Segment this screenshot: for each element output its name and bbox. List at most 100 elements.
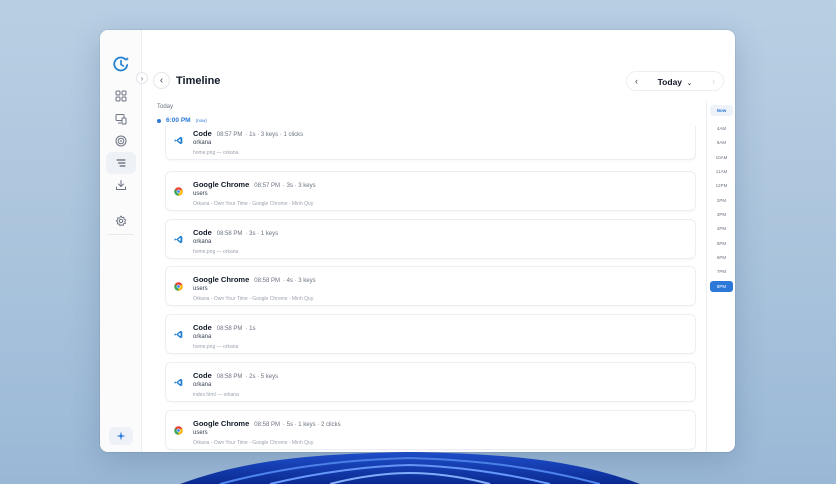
chrome-icon bbox=[174, 183, 183, 196]
code-icon bbox=[174, 231, 183, 244]
now-time: 6:00 PM bbox=[166, 117, 191, 124]
previous-day-button[interactable]: ‹ bbox=[635, 76, 638, 86]
timeline-hour[interactable]: 5PM bbox=[710, 238, 733, 249]
chevron-down-icon: ⌄ bbox=[686, 80, 693, 87]
card-header: Code 08:57 PM · 1s · 3 keys · 1 clicks bbox=[193, 129, 303, 138]
activity-meta: · 3s · 1 keys bbox=[245, 231, 279, 237]
sidebar-item-export[interactable] bbox=[106, 174, 136, 196]
activity-time: 08:58 PM bbox=[216, 231, 243, 237]
code-icon bbox=[174, 132, 183, 145]
timeline-hour[interactable]: 2PM bbox=[710, 195, 733, 206]
activity-subtitle: users bbox=[193, 191, 208, 197]
timeline-hour[interactable]: 3PM bbox=[710, 209, 733, 220]
card-header: Code 08:58 PM · 3s · 1 keys bbox=[193, 228, 278, 237]
activity-subtitle: orkana bbox=[193, 334, 212, 340]
activity-window-title: Orkana - Own Your Time - Google Chrome -… bbox=[193, 440, 314, 446]
card-header: Google Chrome 08:58 PM · 4s · 3 keys bbox=[193, 275, 316, 284]
back-button[interactable]: ‹ bbox=[153, 72, 170, 89]
chrome-icon bbox=[174, 422, 183, 435]
main-content: ‹ Timeline ‹ Today ⌄ › Today 6:00 PM (no… bbox=[142, 30, 735, 452]
activity-time: 08:58 PM bbox=[216, 326, 243, 332]
wallpaper-bloom bbox=[180, 452, 640, 484]
activity-time: 08:58 PM bbox=[254, 278, 280, 284]
sidebar-item-focus[interactable] bbox=[106, 130, 136, 152]
activity-meta: · 1s bbox=[245, 326, 256, 332]
sidebar-item-settings[interactable] bbox=[106, 210, 136, 232]
sidebar bbox=[100, 30, 142, 452]
now-tag: (now) bbox=[195, 118, 207, 123]
devices-icon bbox=[115, 114, 127, 125]
gear-icon bbox=[115, 215, 127, 227]
activity-subtitle: orkana bbox=[193, 140, 212, 146]
timeline-hour[interactable]: 10AM bbox=[710, 152, 733, 163]
grid-icon bbox=[115, 90, 127, 102]
target-icon bbox=[115, 135, 127, 147]
activity-window-title: index.html — orkana bbox=[193, 392, 239, 398]
timeline-hour[interactable]: 6PM bbox=[710, 252, 733, 263]
timeline-hour[interactable]: 4AM bbox=[710, 123, 733, 134]
timeline-hour[interactable]: 8PM bbox=[710, 281, 733, 292]
activity-subtitle: users bbox=[193, 286, 208, 292]
activity-window-title: Orkana - Own Your Time - Google Chrome -… bbox=[193, 296, 314, 302]
timeline-hour[interactable]: 7PM bbox=[710, 266, 733, 277]
app-name: Google Chrome bbox=[193, 419, 250, 428]
code-icon bbox=[174, 374, 183, 387]
activity-meta: · 5s · 1 keys · 2 clicks bbox=[282, 422, 341, 428]
timeline-hour[interactable]: 8AM bbox=[710, 137, 733, 148]
now-marker: 6:00 PM (now) bbox=[157, 117, 207, 124]
activity-card[interactable]: Code 08:58 PM · 1s orkana home.png — orkana bbox=[165, 314, 696, 354]
app-name: Code bbox=[193, 228, 212, 237]
activity-card[interactable]: Code 08:58 PM · 2s · 5 keys orkana index.htm… bbox=[165, 362, 696, 402]
activity-subtitle: users bbox=[193, 430, 208, 436]
timeline-hour[interactable]: 11AM bbox=[710, 166, 733, 177]
chevron-left-icon: ‹ bbox=[159, 75, 164, 86]
date-navigator: ‹ Today ⌄ › bbox=[626, 71, 724, 91]
activity-time: 08:58 PM bbox=[216, 374, 243, 380]
card-header: Code 08:58 PM · 2s · 5 keys bbox=[193, 371, 278, 380]
activity-time: 08:58 PM bbox=[254, 422, 280, 428]
activity-subtitle: orkana bbox=[193, 382, 212, 388]
timeline-hour[interactable]: 4PM bbox=[710, 223, 733, 234]
app-name: Google Chrome bbox=[193, 275, 250, 284]
date-selector[interactable]: Today ⌄ bbox=[658, 72, 693, 90]
timeline-now[interactable]: Now bbox=[710, 105, 733, 116]
activity-window-title: Orkana - Own Your Time - Google Chrome -… bbox=[193, 201, 314, 207]
sidebar-item-timeline[interactable] bbox=[106, 152, 136, 174]
card-header: Google Chrome 08:57 PM · 3s · 3 keys bbox=[193, 180, 316, 189]
sidebar-collapse-button[interactable]: › bbox=[136, 72, 148, 84]
next-day-button[interactable]: › bbox=[712, 76, 715, 86]
timeline-hour[interactable]: 12PM bbox=[710, 180, 733, 191]
sidebar-item-devices[interactable] bbox=[106, 108, 136, 130]
activity-card[interactable]: Code 08:58 PM · 3s · 1 keys orkana home.png … bbox=[165, 219, 696, 259]
download-icon bbox=[116, 180, 126, 190]
timeline-icon bbox=[116, 159, 126, 167]
sidebar-item-dashboard[interactable] bbox=[106, 85, 136, 107]
activity-card[interactable]: Google Chrome 08:58 PM · 5s · 1 keys · 2 c… bbox=[165, 410, 696, 450]
sidebar-bottom-button[interactable] bbox=[109, 427, 133, 445]
activity-list: Code 08:57 PM · 1s · 3 keys · 1 clicks orka… bbox=[165, 126, 696, 452]
chevron-right-icon: › bbox=[140, 73, 144, 83]
activity-card[interactable]: Google Chrome 08:57 PM · 3s · 3 keys users O… bbox=[165, 171, 696, 211]
sparkle-icon bbox=[116, 431, 126, 441]
chrome-icon bbox=[174, 278, 183, 291]
card-header: Code 08:58 PM · 1s bbox=[193, 323, 255, 332]
activity-time: 08:57 PM bbox=[254, 183, 280, 189]
activity-meta: · 3s · 3 keys bbox=[282, 183, 316, 189]
activity-card[interactable]: Code 08:57 PM · 1s · 3 keys · 1 clicks orka… bbox=[165, 126, 696, 160]
app-name: Code bbox=[193, 371, 212, 380]
app-window: › ‹ Timeline ‹ Today ⌄ › Today 6:00 PM (… bbox=[100, 30, 735, 452]
app-logo-icon[interactable] bbox=[112, 55, 130, 73]
activity-window-title: home.png — orkana bbox=[193, 150, 239, 156]
activity-meta: · 4s · 3 keys bbox=[282, 278, 316, 284]
activity-subtitle: orkana bbox=[193, 239, 212, 245]
activity-meta: · 1s · 3 keys · 1 clicks bbox=[245, 132, 304, 138]
date-label: Today bbox=[657, 77, 683, 87]
app-name: Google Chrome bbox=[193, 180, 250, 189]
day-heading: Today bbox=[157, 104, 174, 110]
activity-meta: · 2s · 5 keys bbox=[245, 374, 279, 380]
now-dot-icon bbox=[157, 118, 161, 123]
page-title: Timeline bbox=[176, 75, 221, 87]
activity-card[interactable]: Google Chrome 08:58 PM · 4s · 3 keys users O… bbox=[165, 266, 696, 306]
sidebar-divider bbox=[108, 234, 134, 235]
activity-window-title: home.png — orkana bbox=[193, 344, 239, 350]
